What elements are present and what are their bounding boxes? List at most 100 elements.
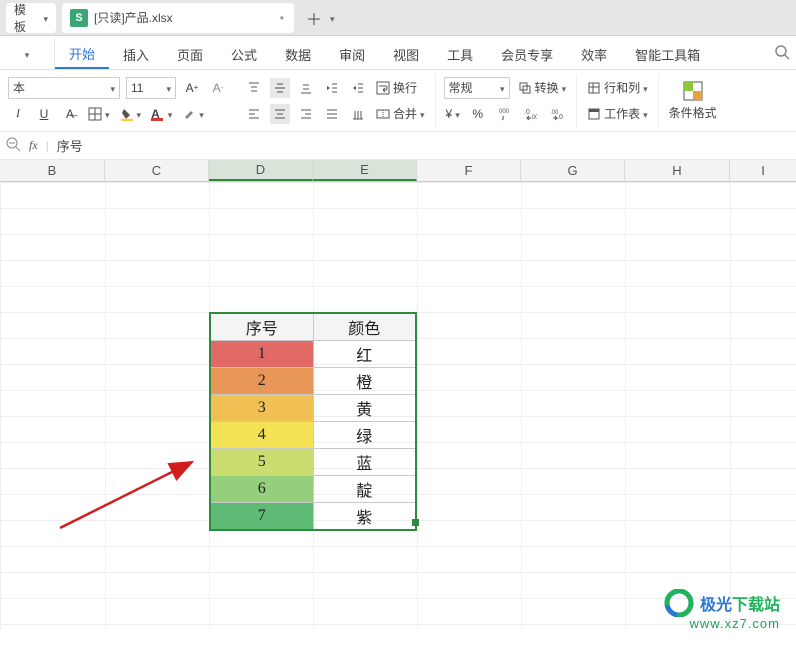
align-middle-button[interactable]	[270, 78, 290, 98]
strikethrough-button[interactable]: A̶	[60, 104, 80, 124]
menu-data[interactable]: 数据	[271, 39, 325, 69]
tab-menu-icon[interactable]: •	[280, 11, 284, 25]
formula-bar: fx | 序号	[0, 132, 796, 160]
merge-button[interactable]: 合并	[374, 103, 427, 125]
font-name-select[interactable]: 本	[8, 77, 120, 99]
menu-bar: 开始 插入 页面 公式 数据 审阅 视图 工具 会员专享 效率 智能工具箱	[0, 36, 796, 70]
col-header-i[interactable]: I	[730, 160, 796, 181]
align-top-button[interactable]	[244, 78, 264, 98]
fx-icon[interactable]: fx	[29, 138, 38, 153]
document-tab[interactable]: S [只读]产品.xlsx •	[62, 3, 294, 33]
menu-member[interactable]: 会员专享	[487, 39, 567, 69]
tab-options-icon[interactable]	[330, 11, 335, 25]
cell-color[interactable]: 靛	[313, 476, 416, 503]
comma-style-button[interactable]: 000	[494, 104, 514, 124]
borders-button[interactable]	[86, 103, 112, 125]
currency-button[interactable]: ¥	[444, 103, 462, 125]
watermark-text-1: 极光	[700, 597, 732, 614]
cell-color[interactable]: 紫	[313, 503, 416, 531]
search-icon[interactable]	[774, 44, 790, 63]
col-header-c[interactable]: C	[105, 160, 209, 181]
spreadsheet-grid[interactable]: // placeholder; real lines below created…	[0, 182, 796, 647]
chevron-down-icon[interactable]	[25, 47, 30, 61]
wrap-label: 换行	[393, 79, 417, 96]
percent-button[interactable]: %	[468, 104, 488, 124]
fill-color-button[interactable]	[118, 103, 144, 125]
table-row: 1红	[210, 341, 416, 368]
menu-start[interactable]: 开始	[55, 39, 109, 69]
watermark: 极光下载站 www.xz7.com	[664, 589, 780, 617]
highlight-button[interactable]	[180, 103, 206, 125]
chevron-down-icon	[137, 107, 142, 121]
cell-color[interactable]: 蓝	[313, 449, 416, 476]
cell-num[interactable]: 1	[210, 341, 313, 368]
cell-num[interactable]: 4	[210, 422, 313, 449]
menu-page[interactable]: 页面	[163, 39, 217, 69]
col-header-h[interactable]: H	[625, 160, 730, 181]
cell-num[interactable]: 6	[210, 476, 313, 503]
zoom-out-icon[interactable]	[6, 137, 21, 155]
menu-tool[interactable]: 工具	[433, 39, 487, 69]
col-header-d[interactable]: D	[209, 160, 313, 181]
header-number[interactable]: 序号	[210, 313, 313, 341]
data-table[interactable]: 序号 颜色 1红 2橙 3黄 4绿 5蓝 6靛 7紫	[209, 312, 417, 531]
formula-value[interactable]: 序号	[57, 136, 83, 155]
row-col-button[interactable]: 行和列	[585, 77, 650, 99]
menu-insert[interactable]: 插入	[109, 39, 163, 69]
orientation-button[interactable]	[348, 104, 368, 124]
chevron-down-icon	[43, 11, 48, 25]
cell-num[interactable]: 3	[210, 395, 313, 422]
decrease-decimal-button[interactable]: .00.0	[546, 104, 566, 124]
cell-color[interactable]: 绿	[313, 422, 416, 449]
col-header-e[interactable]: E	[313, 160, 417, 181]
table-row: 6靛	[210, 476, 416, 503]
cell-num[interactable]: 5	[210, 449, 313, 476]
align-justify-button[interactable]	[322, 104, 342, 124]
cond-format-label: 条件格式	[669, 104, 717, 121]
menu-view[interactable]: 视图	[379, 39, 433, 69]
watermark-text: 极光下载站	[700, 591, 780, 615]
col-header-g[interactable]: G	[521, 160, 625, 181]
align-center-button[interactable]	[270, 104, 290, 124]
menu-review[interactable]: 审阅	[325, 39, 379, 69]
number-format-select[interactable]: 常规	[444, 77, 510, 99]
cell-num[interactable]: 7	[210, 503, 313, 531]
conditional-format-button[interactable]: 条件格式	[667, 80, 719, 121]
underline-button[interactable]: U	[34, 104, 54, 124]
worksheet-button[interactable]: 工作表	[585, 103, 650, 125]
increase-decimal-button[interactable]: .0.00	[520, 104, 540, 124]
chevron-down-icon	[643, 81, 648, 95]
cell-color[interactable]: 红	[313, 341, 416, 368]
menu-formula[interactable]: 公式	[217, 39, 271, 69]
menu-smart-toolbox[interactable]: 智能工具箱	[621, 39, 714, 69]
font-color-button[interactable]: A	[149, 103, 174, 125]
chevron-down-icon	[455, 107, 460, 121]
chevron-down-icon	[643, 107, 648, 121]
header-color[interactable]: 颜色	[313, 313, 416, 341]
chevron-down-icon	[168, 107, 173, 121]
cell-color[interactable]: 黄	[313, 395, 416, 422]
col-header-f[interactable]: F	[417, 160, 521, 181]
templates-tab[interactable]: 模板	[6, 3, 56, 33]
cell-num[interactable]: 2	[210, 368, 313, 395]
format-group: 条件格式	[659, 74, 727, 128]
align-bottom-button[interactable]	[296, 78, 316, 98]
menu-efficiency[interactable]: 效率	[567, 39, 621, 69]
wrap-text-button[interactable]: 换行	[374, 77, 419, 99]
italic-button[interactable]: I	[8, 104, 28, 124]
increase-indent-button[interactable]	[348, 78, 368, 98]
align-left-button[interactable]	[244, 104, 264, 124]
decrease-indent-button[interactable]	[322, 78, 342, 98]
align-right-button[interactable]	[296, 104, 316, 124]
row-col-label: 行和列	[604, 79, 640, 96]
new-tab-icon[interactable]: ＋	[306, 6, 322, 30]
decrease-font-button[interactable]: A-	[208, 78, 228, 98]
increase-font-button[interactable]: A+	[182, 78, 202, 98]
tab-bar: 模板 S [只读]产品.xlsx • ＋	[0, 0, 796, 36]
font-size-select[interactable]: 11	[126, 77, 176, 99]
number-group: 常规 转换 ¥ % 000 .0.00 .00.0	[436, 74, 578, 128]
cell-color[interactable]: 橙	[313, 368, 416, 395]
col-header-b[interactable]: B	[0, 160, 105, 181]
selection-handle[interactable]	[412, 519, 419, 526]
convert-button[interactable]: 转换	[516, 77, 569, 99]
